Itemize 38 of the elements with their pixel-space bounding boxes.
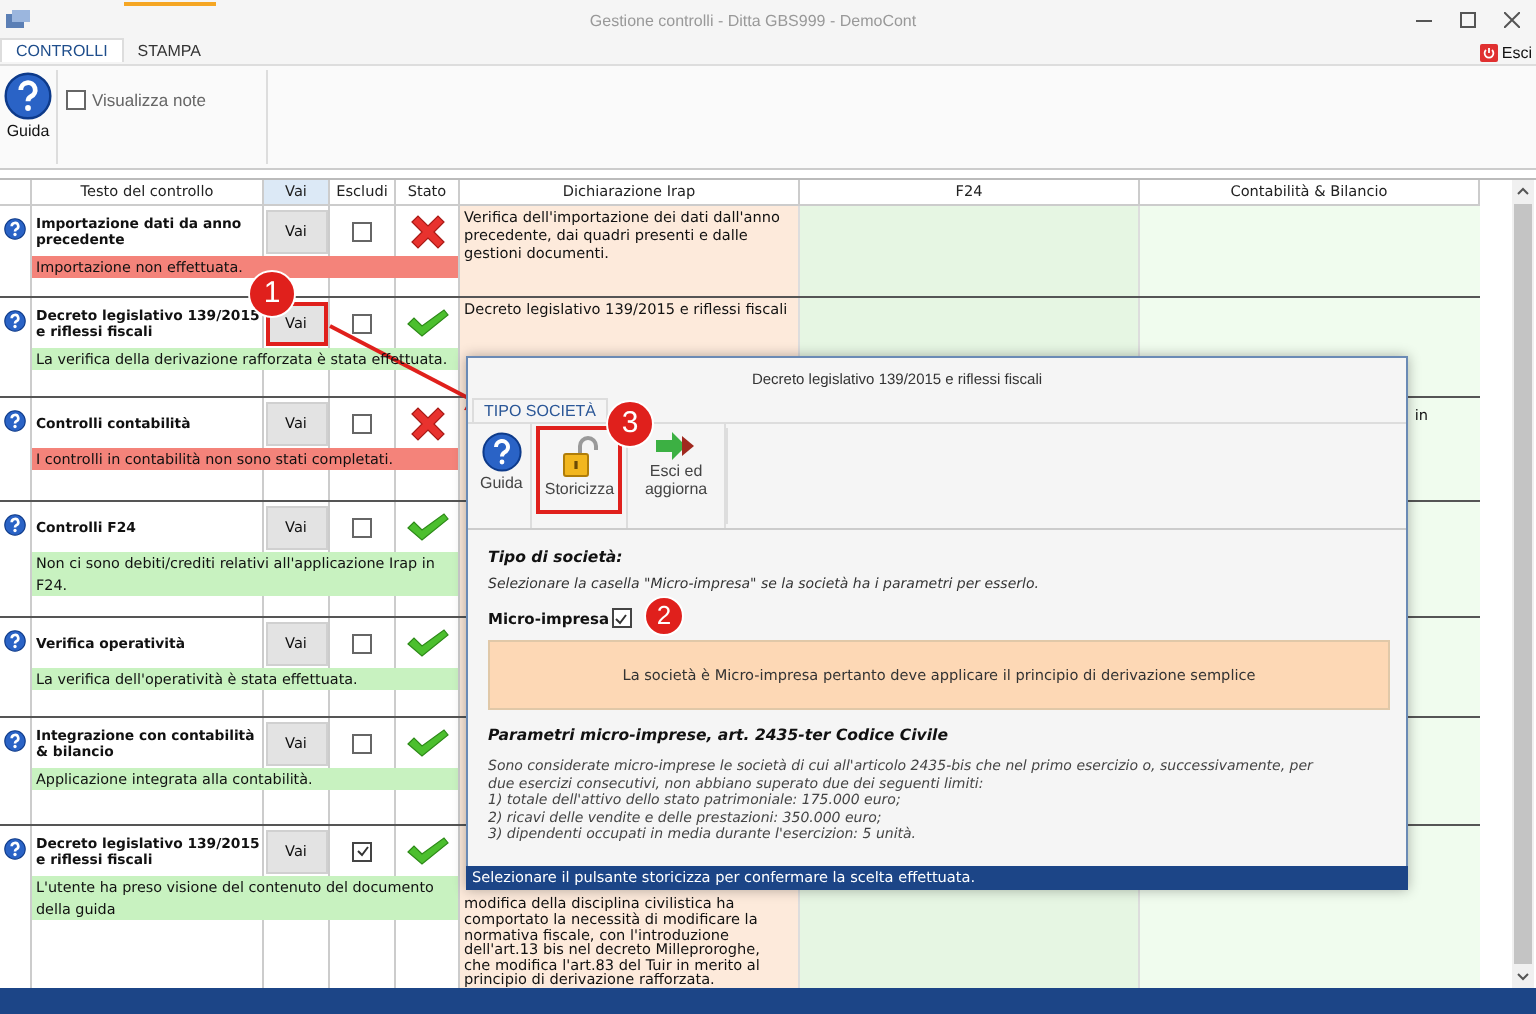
dialog-tab[interactable]: TIPO SOCIETÀ [472,398,609,422]
app-icon [6,10,30,30]
help-icon[interactable] [4,514,26,536]
maximize-icon[interactable] [1460,12,1476,28]
ribbon-tab[interactable]: STAMPA [123,39,216,63]
exclude-checkbox[interactable] [352,517,372,537]
exit-button[interactable]: Esci [1479,43,1536,61]
toolbar-button[interactable]: Storicizza [536,426,623,514]
help-icon [481,432,522,472]
exclude-checkbox[interactable] [352,313,372,333]
ribbon-tab[interactable]: CONTROLLI [0,38,124,62]
callout-badge: 3 [606,400,655,448]
window-title: Gestione controlli - Ditta GBS999 - DemoCont [587,11,917,29]
help-icon[interactable] [4,630,26,652]
scrollbar-track[interactable] [1512,180,1534,988]
scroll-up-icon[interactable] [1516,186,1530,196]
checkmark-icon [355,844,369,858]
help-icon[interactable] [4,410,26,432]
notes-checkbox[interactable]: Visualizza note [58,66,266,168]
scroll-thumb[interactable] [1514,204,1532,964]
scroll-down-icon[interactable] [1516,972,1530,982]
close-icon[interactable] [1504,12,1520,28]
tab-accent-bar [123,2,216,6]
help-icon[interactable] [4,730,26,752]
help-button[interactable]: Guida [0,66,56,168]
exclude-checkbox[interactable] [352,221,372,241]
exclude-checkbox[interactable] [352,413,372,433]
help-icon[interactable] [4,218,26,240]
checkmark-icon [614,611,629,625]
help-icon[interactable] [4,310,26,332]
callout-badge: 2 [644,596,684,636]
padlock-icon [561,436,598,478]
exclude-checkbox[interactable] [352,733,372,753]
help-icon[interactable] [4,838,26,860]
exclude-checkbox[interactable] [352,841,372,861]
arrow-icon [654,432,699,460]
toolbar-button[interactable]: Guida [476,426,527,514]
exclude-checkbox[interactable] [352,633,372,653]
